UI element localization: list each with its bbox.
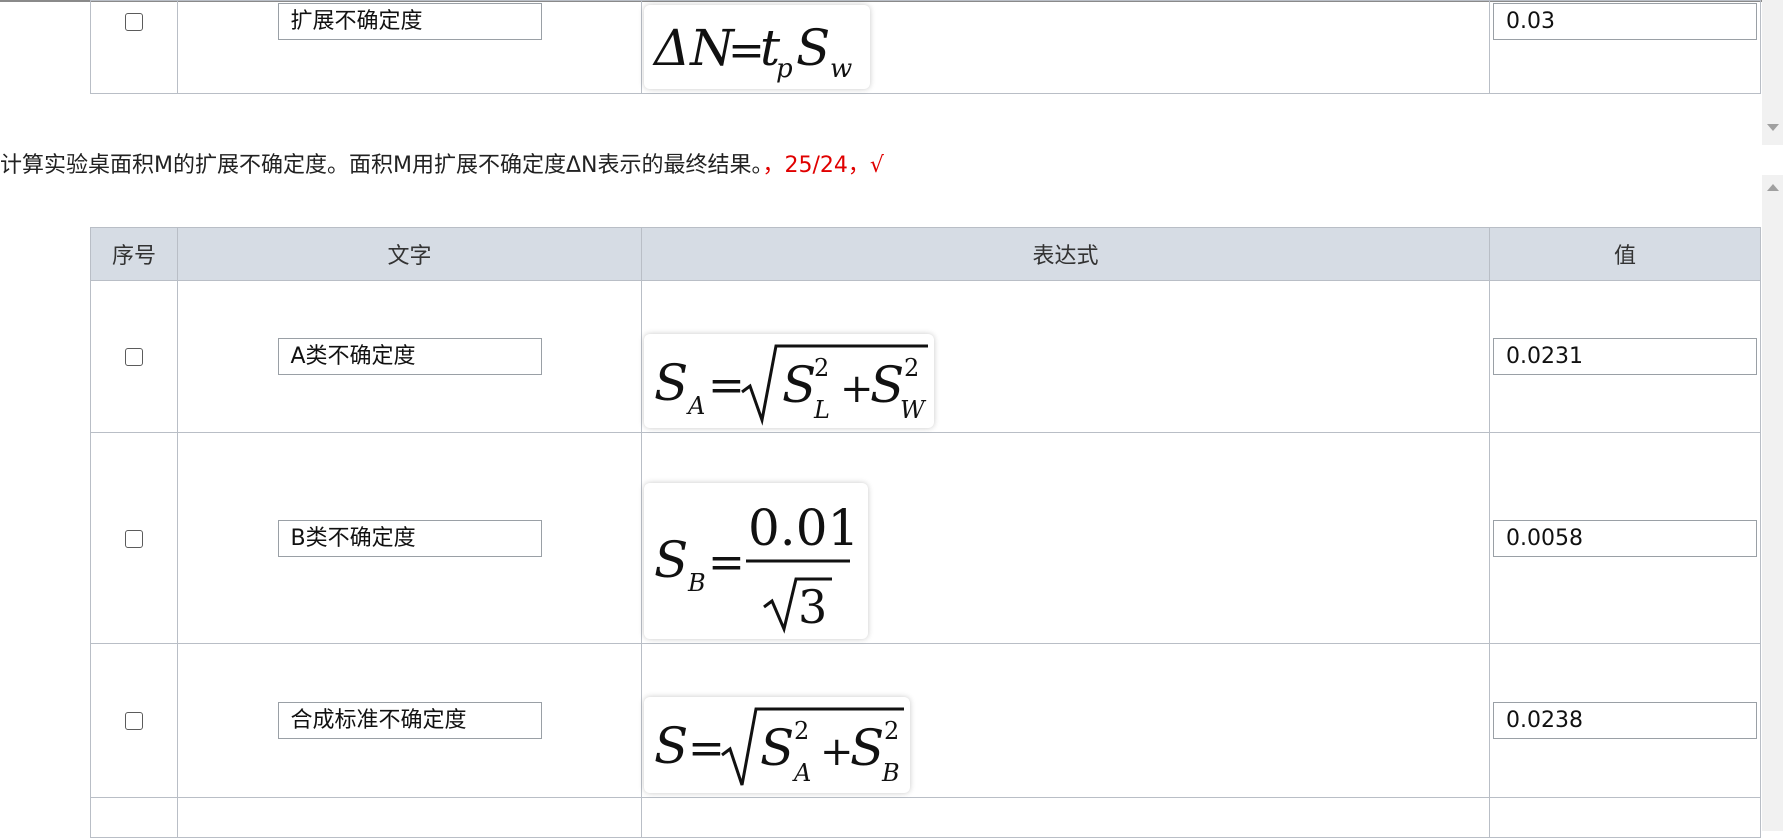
- value-input[interactable]: 0.0231: [1493, 338, 1757, 375]
- expression-cell: S = S 2 A + S 2 B: [641, 643, 1490, 798]
- header-text: 文字: [177, 227, 642, 281]
- svg-text:A: A: [686, 392, 705, 420]
- svg-text:B: B: [881, 759, 900, 787]
- text-input[interactable]: A类不确定度: [277, 338, 542, 375]
- table-header-row: 序号 文字 表达式 值: [90, 227, 1761, 281]
- svg-text:S: S: [654, 354, 688, 412]
- value-cell: 0.0231: [1489, 280, 1761, 433]
- table-row: 扩展不确定度 ΔN = t p S w 0.03: [90, 0, 1761, 94]
- row-checkbox[interactable]: [125, 348, 143, 367]
- expression-cell: ΔN = t p S w: [641, 0, 1490, 94]
- svg-text:S: S: [654, 531, 688, 589]
- svg-text:2: 2: [884, 717, 899, 745]
- value-input[interactable]: 0.0238: [1493, 702, 1757, 739]
- header-index: 序号: [90, 227, 178, 281]
- text-cell: 合成标准不确定度: [177, 643, 642, 798]
- svg-text:S: S: [850, 719, 884, 777]
- header-expression: 表达式: [641, 227, 1490, 281]
- svg-text:S: S: [654, 717, 688, 775]
- svg-text:+: +: [820, 729, 854, 775]
- table-row: A类不确定度 S A = S 2 L + S 2 W 0.0231: [90, 280, 1761, 433]
- text-cell: 扩展不确定度: [177, 0, 642, 94]
- svg-text:S: S: [782, 356, 816, 414]
- svg-text:A: A: [792, 759, 811, 787]
- svg-text:S: S: [760, 719, 794, 777]
- table-row: [90, 797, 1761, 838]
- value-cell: 0.03: [1489, 0, 1761, 94]
- header-value: 值: [1489, 227, 1761, 281]
- svg-text:S: S: [796, 19, 830, 77]
- value-cell: 0.0058: [1489, 432, 1761, 644]
- row-checkbox[interactable]: [125, 12, 143, 31]
- svg-text:+: +: [840, 366, 874, 412]
- scroll-down-arrow-icon[interactable]: [1767, 124, 1779, 131]
- text-input[interactable]: 扩展不确定度: [277, 3, 542, 40]
- formula-type-a-uncertainty: S A = S 2 L + S 2 W: [644, 334, 934, 428]
- svg-text:L: L: [813, 396, 830, 424]
- question-instruction: 计算实验桌面积M的扩展不确定度。面积M用扩展不确定度ΔN表示的最终结果。，25/…: [0, 147, 884, 179]
- row-select-cell: [90, 280, 178, 433]
- row-checkbox[interactable]: [125, 712, 143, 731]
- row-checkbox[interactable]: [125, 529, 143, 548]
- instruction-text: 计算实验桌面积M的扩展不确定度。面积M用扩展不确定度ΔN表示的最终结果。: [0, 153, 763, 178]
- score-status: ，25/24，√: [762, 153, 884, 178]
- formula-combined-uncertainty: S = S 2 A + S 2 B: [644, 697, 910, 793]
- svg-text:w: w: [830, 54, 852, 84]
- row-select-cell: [90, 0, 178, 94]
- uncertainty-table: 序号 文字 表达式 值 A类不确定度 S A = S 2 L + S 2 W 0…: [90, 227, 1761, 838]
- text-input[interactable]: B类不确定度: [277, 519, 542, 557]
- text-input[interactable]: 合成标准不确定度: [277, 702, 542, 739]
- value-input[interactable]: 0.03: [1493, 3, 1757, 40]
- row-select-cell: [90, 643, 178, 798]
- expression-cell: S A = S 2 L + S 2 W: [641, 280, 1490, 433]
- value-cell: 0.0238: [1489, 643, 1761, 798]
- formula-expanded-uncertainty: ΔN = t p S w: [644, 5, 870, 89]
- expression-cell: [641, 797, 1490, 838]
- text-cell: [177, 797, 642, 838]
- svg-text:p: p: [776, 54, 793, 84]
- svg-text:0.01: 0.01: [748, 499, 859, 557]
- value-input[interactable]: 0.0058: [1493, 519, 1757, 557]
- svg-text:2: 2: [814, 354, 829, 382]
- svg-text:2: 2: [794, 717, 809, 745]
- lower-scrollbar-track[interactable]: [1762, 175, 1783, 831]
- svg-text:3: 3: [798, 580, 827, 634]
- formula-type-b-uncertainty: S B = 0.01 3: [644, 483, 868, 639]
- svg-text:2: 2: [904, 354, 919, 382]
- svg-text:=: =: [708, 537, 745, 588]
- previous-table: 扩展不确定度 ΔN = t p S w 0.03: [90, 0, 1761, 94]
- svg-text:=: =: [708, 360, 745, 411]
- table-row: 合成标准不确定度 S = S 2 A + S 2 B 0.0238: [90, 643, 1761, 798]
- table-row: B类不确定度 S B = 0.01 3 0.0058: [90, 432, 1761, 644]
- text-cell: B类不确定度: [177, 432, 642, 644]
- text-cell: A类不确定度: [177, 280, 642, 433]
- svg-text:=: =: [688, 723, 725, 774]
- svg-text:B: B: [687, 569, 706, 597]
- scroll-up-arrow-icon[interactable]: [1767, 184, 1779, 191]
- value-cell: [1489, 797, 1761, 838]
- svg-text:W: W: [900, 396, 927, 424]
- svg-text:ΔN: ΔN: [652, 19, 736, 77]
- row-select-cell: [90, 797, 178, 838]
- expression-cell: S B = 0.01 3: [641, 432, 1490, 644]
- row-select-cell: [90, 432, 178, 644]
